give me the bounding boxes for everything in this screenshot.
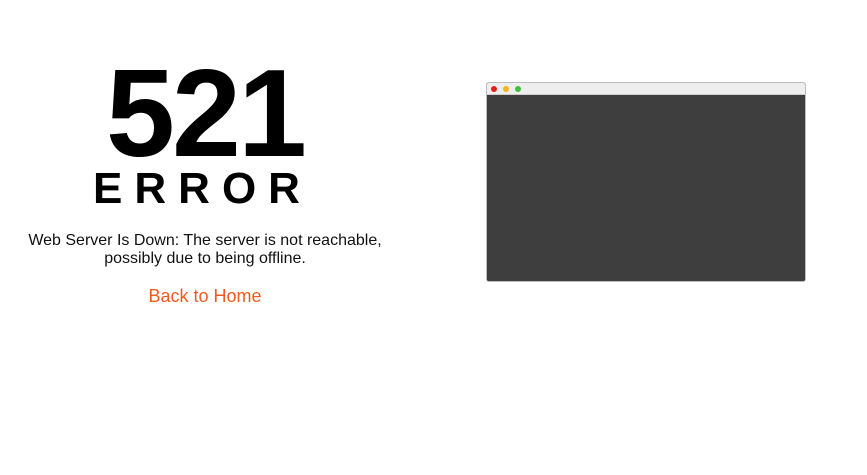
browser-content-area — [487, 95, 805, 281]
error-heading: ERROR — [93, 164, 312, 213]
error-message: Web Server Is Down: The server is not re… — [28, 232, 382, 267]
browser-window-illustration — [486, 82, 806, 282]
back-to-home-link[interactable]: Back to Home — [0, 285, 410, 307]
error-page: 521 ERROR Web Server Is Down: The server… — [0, 0, 867, 475]
close-dot-icon — [491, 86, 497, 92]
minimize-dot-icon — [503, 86, 509, 92]
browser-title-bar — [487, 83, 805, 95]
maximize-dot-icon — [515, 86, 521, 92]
error-code: 521 — [106, 45, 307, 183]
